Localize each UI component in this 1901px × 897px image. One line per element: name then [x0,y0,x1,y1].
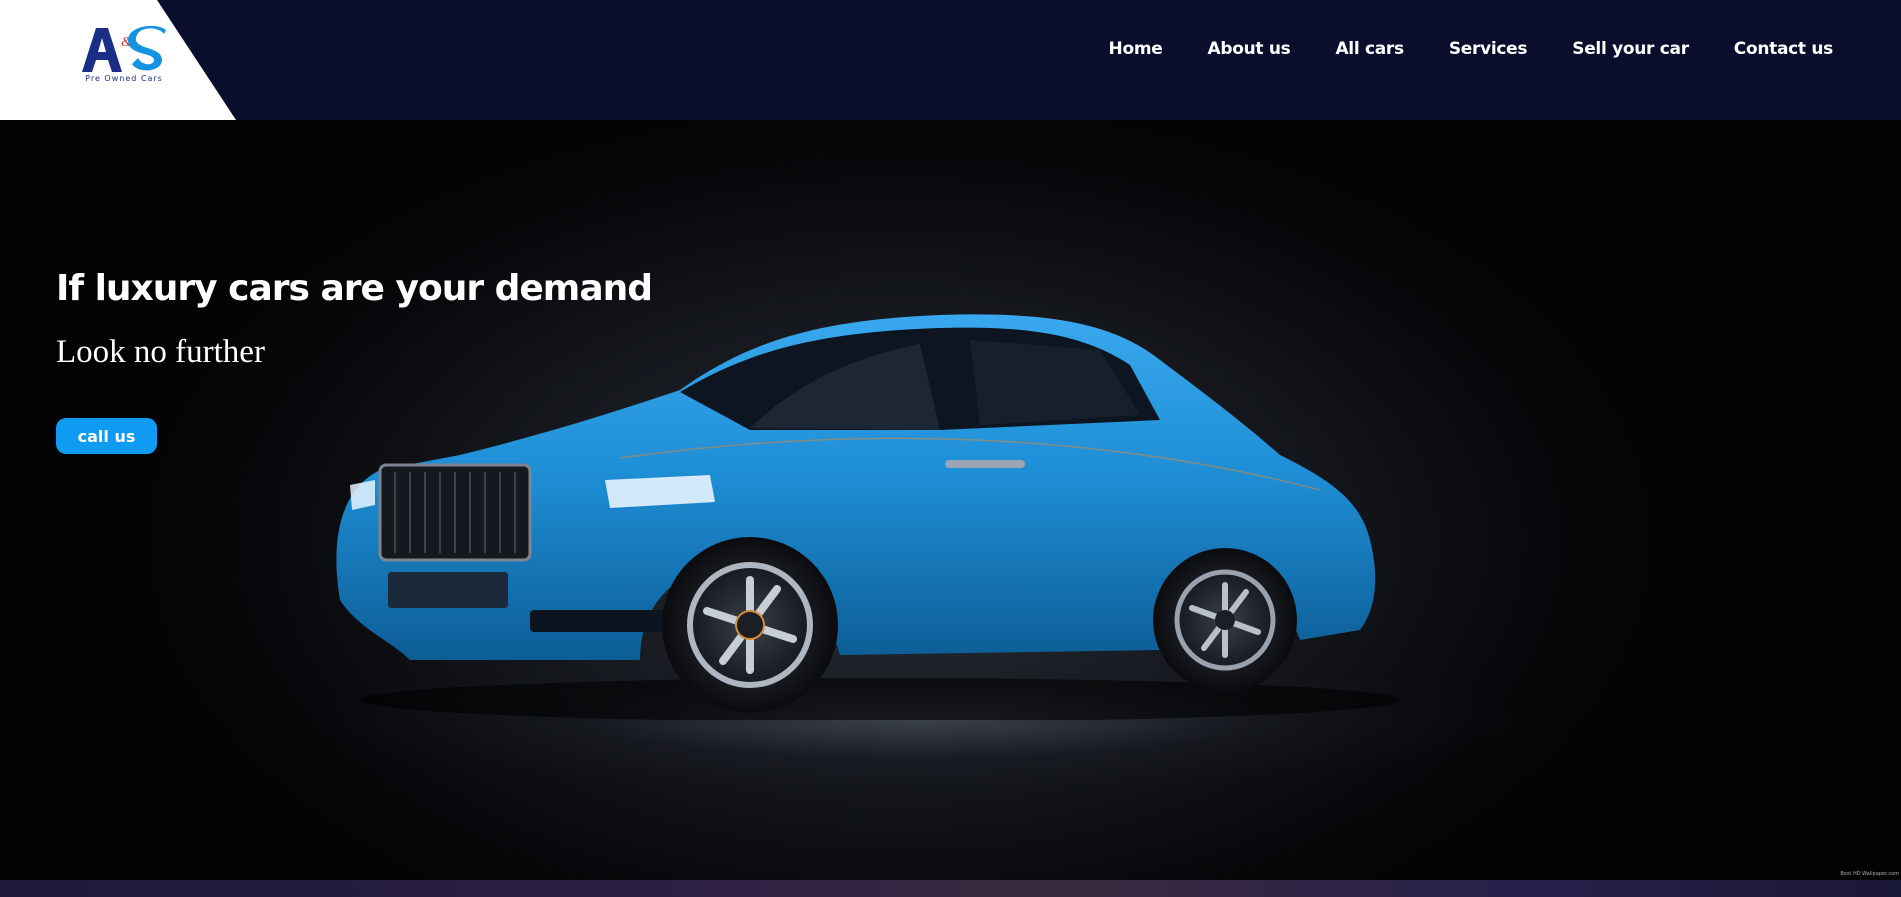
hero-subtitle: Look no further [56,334,265,370]
site-header: & Pre Owned Cars Home About us All cars … [0,0,1901,120]
logo-tagline: Pre Owned Cars [85,74,163,83]
brand-logo[interactable]: & Pre Owned Cars [80,24,168,86]
nav-item-contact-us[interactable]: Contact us [1734,39,1834,59]
nav-item-services[interactable]: Services [1449,39,1528,59]
call-us-button[interactable]: call us [56,418,157,454]
logo-mark: & [82,25,166,72]
next-section-edge [0,880,1901,897]
hero-section: If luxury cars are your demand Look no f… [0,120,1901,880]
hero-car-image [336,314,1400,720]
nav-item-all-cars[interactable]: All cars [1335,39,1404,59]
nav-item-sell-your-car[interactable]: Sell your car [1572,39,1689,59]
logo-panel: & Pre Owned Cars [0,0,236,120]
hero-title: If luxury cars are your demand [56,268,653,309]
nav-item-home[interactable]: Home [1109,39,1163,59]
image-watermark: Best HD Wallpaper.com [1840,871,1899,877]
nav-item-about-us[interactable]: About us [1207,39,1290,59]
main-nav: Home About us All cars Services Sell you… [1109,36,1834,62]
